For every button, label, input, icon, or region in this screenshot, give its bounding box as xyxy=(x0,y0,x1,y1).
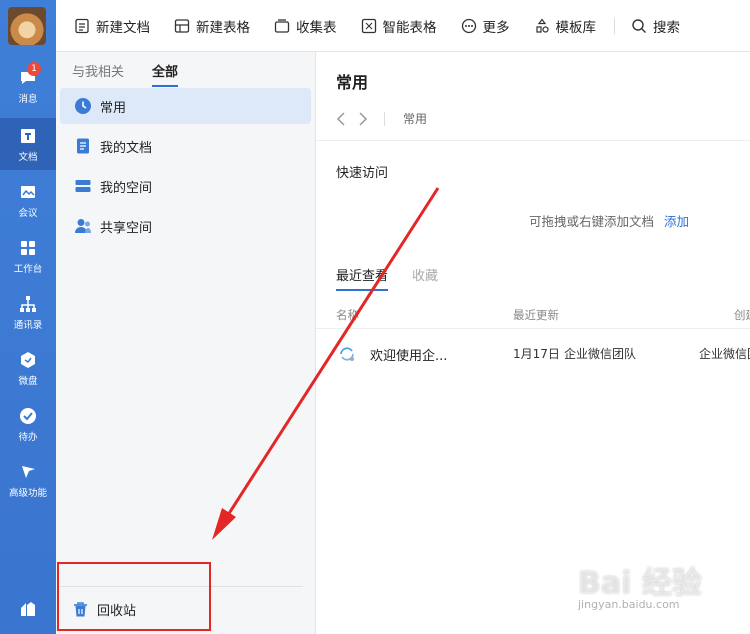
new-doc-icon xyxy=(75,18,89,33)
column-name[interactable]: 名称 xyxy=(336,307,359,323)
meeting-icon xyxy=(21,185,35,198)
table-header: 名称 最近更新 创建 xyxy=(316,305,750,329)
quick-access-hint: 可拖拽或右键添加文档 添加 xyxy=(529,211,689,230)
sidebar-item-label: 我的文档 xyxy=(100,140,153,156)
new-sheet-icon xyxy=(174,18,190,33)
forward-arrow-icon[interactable] xyxy=(358,111,368,126)
sparkle-icon xyxy=(22,465,35,478)
header-divider xyxy=(316,140,750,141)
more-button[interactable]: 更多 xyxy=(461,16,510,36)
sidebar-tabs: 与我相关 全部 xyxy=(72,61,206,87)
tab-recent[interactable]: 最近查看 xyxy=(336,265,389,291)
avatar[interactable] xyxy=(8,7,46,45)
breadcrumb: 常用 xyxy=(336,110,427,127)
new-doc-button[interactable]: 新建文档 xyxy=(74,16,150,36)
smart-sheet-label: 智能表格 xyxy=(382,19,437,36)
column-creator[interactable]: 创建 xyxy=(734,307,750,323)
nav-label: 高级功能 xyxy=(8,487,47,499)
tab-related[interactable]: 与我相关 xyxy=(72,61,124,87)
my-docs-icon xyxy=(77,138,89,154)
nav-item-docs[interactable]: 文档 xyxy=(0,118,56,170)
breadcrumb-current: 常用 xyxy=(403,112,428,126)
nav-item-advanced[interactable]: 高级功能 xyxy=(0,454,56,506)
check-circle-icon xyxy=(20,407,36,424)
sidebar-item-my-space[interactable]: 我的空间 xyxy=(60,168,311,204)
sidebar-item-frequent[interactable]: 常用 xyxy=(60,88,311,124)
my-space-icon xyxy=(75,180,91,192)
search-label: 搜索 xyxy=(653,19,680,36)
doc-sidebar: 与我相关 全部 常用 我的文档 我的空间 共享空间 回收站 xyxy=(56,52,316,634)
table-row[interactable]: 欢迎使用企... 1月17日 企业微信团队 企业微信团队 xyxy=(316,334,750,374)
nav-label: 消息 xyxy=(18,93,38,105)
quick-access-add-link[interactable]: 添加 xyxy=(664,214,689,229)
sidebar-item-shared-space[interactable]: 共享空间 xyxy=(60,208,311,244)
nav-label: 工作台 xyxy=(13,263,43,275)
top-toolbar: 新建文档 新建表格 收集表 智能表格 更多 模板库 搜索 xyxy=(56,0,750,52)
nav-item-todo[interactable]: 待办 xyxy=(0,398,56,450)
sidebar-item-label: 我的空间 xyxy=(100,180,153,196)
nav-label: 通讯录 xyxy=(13,319,43,331)
template-icon xyxy=(535,18,549,33)
template-library-button[interactable]: 模板库 xyxy=(534,16,597,36)
doc-updated-by: 企业微信团队 xyxy=(564,347,637,361)
annotation-highlight-box xyxy=(57,562,211,631)
recent-tabs: 最近查看 收藏 xyxy=(336,265,462,291)
more-icon xyxy=(461,18,476,33)
smart-sheet-icon xyxy=(361,18,376,33)
collect-form-label: 收集表 xyxy=(296,19,337,36)
shared-space-icon xyxy=(75,219,91,233)
nav-label: 会议 xyxy=(18,207,38,219)
sidebar-item-label: 共享空间 xyxy=(100,220,153,236)
nav-item-workbench[interactable]: 工作台 xyxy=(0,230,56,282)
nav-item-meetings[interactable]: 会议 xyxy=(0,174,56,226)
org-chart-icon xyxy=(20,295,36,312)
app-icon xyxy=(21,601,35,616)
column-updated[interactable]: 最近更新 xyxy=(513,307,559,323)
collect-form-button[interactable]: 收集表 xyxy=(274,16,337,36)
welcome-doc-icon xyxy=(340,347,354,361)
nav-label: 微盘 xyxy=(18,375,38,387)
doc-updated-date: 1月17日 xyxy=(513,347,560,361)
template-library-label: 模板库 xyxy=(555,19,597,36)
nav-item-contacts[interactable]: 通讯录 xyxy=(0,286,56,338)
quick-access-title: 快速访问 xyxy=(336,166,389,181)
new-sheet-button[interactable]: 新建表格 xyxy=(174,16,250,36)
watermark-url: jingyan.baidu.com xyxy=(578,598,680,611)
tab-all[interactable]: 全部 xyxy=(152,61,179,87)
toolbar-divider xyxy=(614,17,615,34)
cloud-drive-icon xyxy=(21,351,35,368)
breadcrumb-divider xyxy=(384,111,385,126)
sidebar-item-my-docs[interactable]: 我的文档 xyxy=(60,128,311,164)
new-doc-label: 新建文档 xyxy=(96,19,150,36)
main-panel: 常用 常用 快速访问 可拖拽或右键添加文档 添加 最近查看 收藏 名称 最近更新 … xyxy=(316,52,750,634)
unread-badge: 1 xyxy=(27,62,41,76)
tab-favorites[interactable]: 收藏 xyxy=(412,265,438,291)
nav-label: 文档 xyxy=(18,151,38,163)
quick-access-hint-text: 可拖拽或右键添加文档 xyxy=(529,214,655,229)
smart-sheet-button[interactable]: 智能表格 xyxy=(361,16,437,36)
document-icon xyxy=(21,128,35,143)
sidebar-item-label: 常用 xyxy=(100,100,127,116)
clock-icon xyxy=(75,98,91,114)
collect-form-icon xyxy=(274,18,290,33)
search-button[interactable]: 搜索 xyxy=(631,16,680,36)
doc-creator: 企业微信团队 xyxy=(699,347,750,361)
new-sheet-label: 新建表格 xyxy=(196,19,250,36)
search-icon xyxy=(632,18,646,33)
watermark: Bai 经验 xyxy=(578,566,702,601)
left-nav: 消息 1 文档 会议 工作台 通讯录 微盘 待办 高级功能 xyxy=(0,0,56,634)
page-title: 常用 xyxy=(336,73,369,92)
nav-item-more[interactable] xyxy=(0,584,56,634)
doc-name: 欢迎使用企... xyxy=(370,349,448,364)
nav-label: 待办 xyxy=(18,431,38,443)
grid-icon xyxy=(21,240,35,255)
nav-item-drive[interactable]: 微盘 xyxy=(0,342,56,394)
more-label: 更多 xyxy=(482,19,510,36)
back-arrow-icon[interactable] xyxy=(336,111,346,126)
